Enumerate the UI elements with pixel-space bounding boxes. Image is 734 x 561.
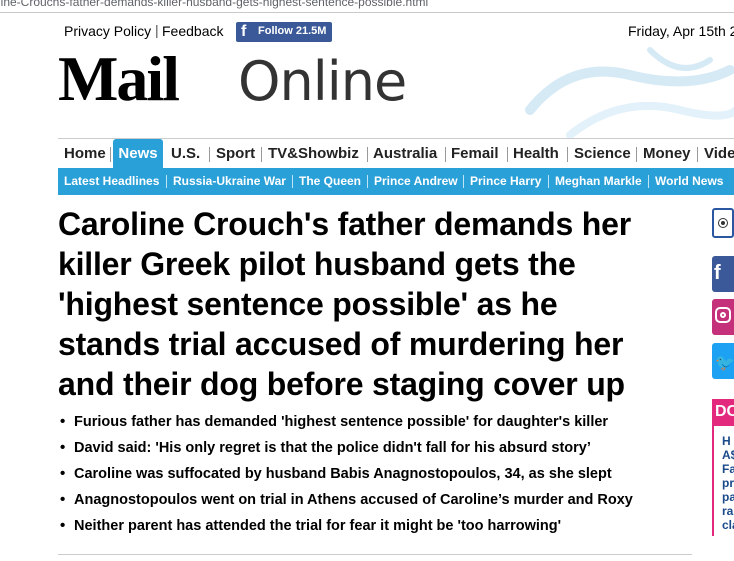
article-bullet: Furious father has demanded 'highest sen… — [58, 413, 708, 440]
subnav-meghan-markle[interactable]: Meghan Markle — [555, 168, 642, 195]
subnav-latest-headlines[interactable]: Latest Headlines — [64, 168, 159, 195]
article-bullet: Neither parent has attended the trial fo… — [58, 517, 708, 544]
sidebar-section-header: DC — [712, 399, 734, 426]
share-twitter-button[interactable]: 🐦 — [712, 343, 734, 379]
subnav-the-queen[interactable]: The Queen — [299, 168, 361, 195]
browser-url-bar[interactable]: line-Crouchs-father-demands-killer-husba… — [0, 0, 734, 13]
sidebar-teaser-text: H — [722, 434, 731, 448]
share-facebook-button[interactable]: f — [712, 256, 734, 292]
facebook-icon: f — [241, 23, 247, 40]
sidebar-teaser-text: Fa — [722, 462, 734, 476]
subnav-world-news[interactable]: World News — [655, 168, 723, 195]
nav-tv-showbiz[interactable]: TV&Showbiz — [268, 139, 359, 169]
facebook-icon: f — [714, 262, 721, 284]
subnav-prince-andrew[interactable]: Prince Andrew — [374, 168, 458, 195]
nav-separator — [261, 147, 262, 162]
subnav-separator — [548, 175, 549, 188]
facebook-follow-button[interactable]: f Follow 21.5M — [236, 22, 332, 42]
article-headline: Caroline Crouch's father demands her kil… — [58, 204, 698, 404]
headline-line: stands trial accused of murdering her — [58, 326, 624, 362]
nav-money[interactable]: Money — [643, 139, 691, 169]
facebook-follow-label: Follow 21.5M — [258, 25, 327, 37]
nav-separator — [697, 147, 698, 162]
subnav-russia-ukraine-war[interactable]: Russia-Ukraine War — [173, 168, 286, 195]
sub-nav: Latest Headlines Russia-Ukraine War The … — [58, 168, 734, 195]
url-text: line-Crouchs-father-demands-killer-husba… — [0, 0, 429, 9]
subnav-prince-harry[interactable]: Prince Harry — [470, 168, 541, 195]
subnav-separator — [367, 175, 368, 188]
article-divider — [58, 554, 692, 555]
headline-line: Caroline Crouch's father demands her — [58, 206, 631, 242]
nav-australia[interactable]: Australia — [373, 139, 437, 169]
sidebar-teaser-text: cla — [722, 518, 734, 532]
nav-separator — [507, 147, 508, 162]
article-bullet: Caroline was suffocated by husband Babis… — [58, 465, 708, 492]
top-link-separator: | — [155, 22, 159, 38]
headline-line: 'highest sentence possible' as he — [58, 286, 558, 322]
main-nav: Home News U.S. Sport TV&Showbiz Australi… — [58, 138, 734, 169]
nav-sport[interactable]: Sport — [216, 139, 255, 169]
article-bullet: Anagnostopoulos went on trial in Athens … — [58, 491, 708, 518]
feedback-link[interactable]: Feedback — [162, 23, 223, 39]
nav-separator — [367, 147, 368, 162]
nav-us[interactable]: U.S. — [171, 139, 200, 169]
privacy-policy-link[interactable]: Privacy Policy — [64, 23, 151, 39]
headline-line: and their dog before staging cover up — [58, 366, 625, 402]
article-bullet: David said: 'His only regret is that the… — [58, 439, 708, 466]
nav-health[interactable]: Health — [513, 139, 559, 169]
nav-femail[interactable]: Femail — [451, 139, 499, 169]
subnav-separator — [648, 175, 649, 188]
site-search-box[interactable] — [712, 208, 734, 238]
sidebar-teaser-text: A$ — [722, 448, 734, 462]
nav-news[interactable]: News — [113, 139, 163, 169]
subnav-separator — [292, 175, 293, 188]
logo-online[interactable]: Online — [238, 55, 407, 109]
article-bullet-list: Furious father has demanded 'highest sen… — [58, 413, 708, 544]
logo-mail[interactable]: Mail — [58, 47, 180, 111]
twitter-icon: 🐦 — [715, 355, 734, 372]
sidebar-section-title: DC — [715, 403, 734, 420]
nav-separator — [209, 147, 210, 162]
nav-science[interactable]: Science — [574, 139, 631, 169]
current-date: Friday, Apr 15th 2 — [628, 23, 734, 39]
subnav-separator — [463, 175, 464, 188]
subnav-separator — [166, 175, 167, 188]
sidebar-teaser-text: pr — [722, 476, 734, 490]
nav-separator — [445, 147, 446, 162]
search-radio-icon[interactable] — [718, 218, 728, 228]
share-instagram-button[interactable] — [712, 299, 734, 335]
sidebar-teaser-text: pa — [722, 490, 734, 504]
nav-separator — [636, 147, 637, 162]
decorative-banner-graphic — [525, 47, 734, 139]
instagram-icon — [715, 307, 731, 323]
nav-home[interactable]: Home — [64, 139, 106, 169]
sidebar-teaser-text: ra — [722, 504, 734, 518]
nav-separator — [567, 147, 568, 162]
headline-line: killer Greek pilot husband gets the — [58, 246, 576, 282]
nav-video[interactable]: Vide — [704, 139, 734, 169]
nav-separator — [110, 147, 111, 162]
sidebar-teaser[interactable]: H A$ Fa pr pa ra cla — [712, 426, 734, 536]
